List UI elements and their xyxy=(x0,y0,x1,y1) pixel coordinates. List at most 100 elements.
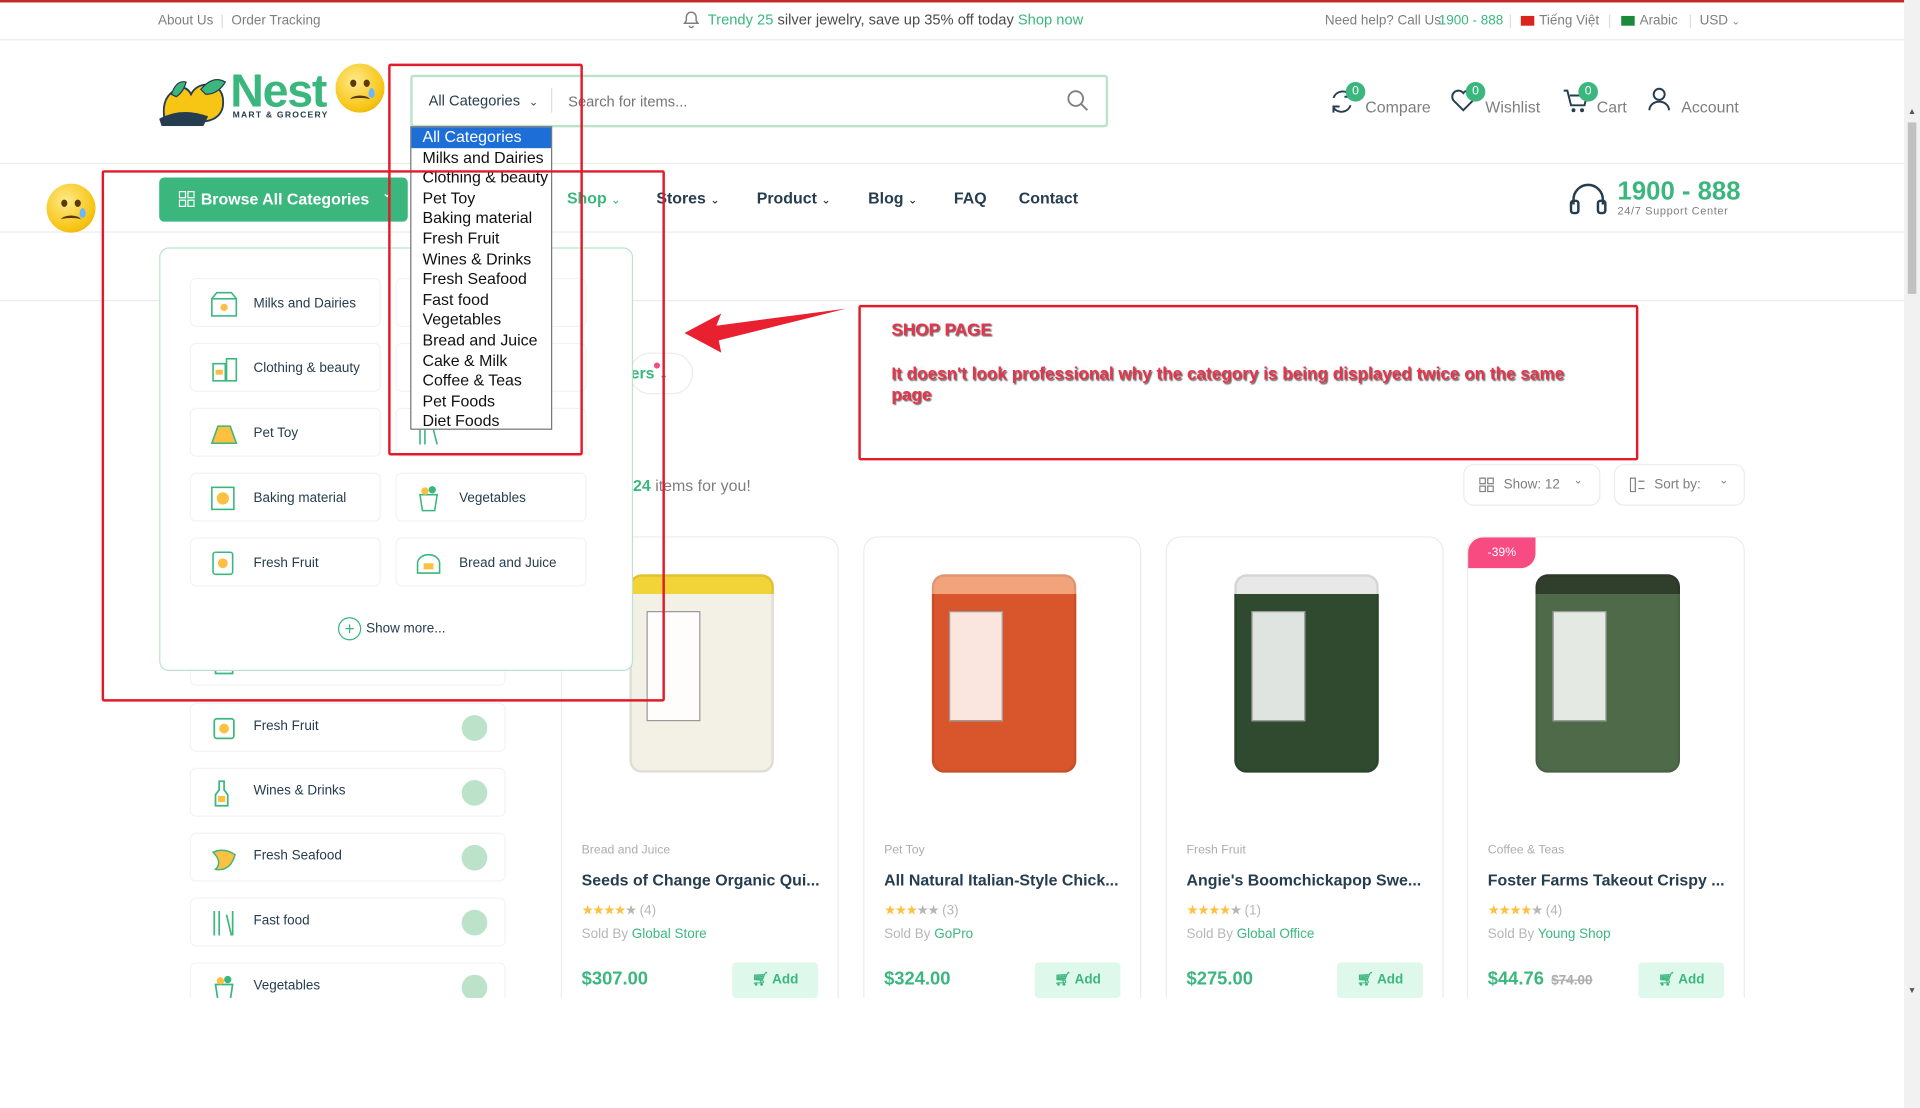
vendor-link[interactable]: Young Shop xyxy=(1538,927,1611,942)
search-input[interactable] xyxy=(568,86,1046,117)
grid-icon xyxy=(1479,477,1494,496)
product-rating: ★★★★★ (4) xyxy=(581,903,657,919)
count-badge xyxy=(461,715,488,741)
product-seller: Sold By GoPro xyxy=(884,926,974,942)
discount-badge: -39% xyxy=(1468,537,1536,569)
sad-face-emoji-icon xyxy=(335,63,385,113)
cart-count-badge: 0 xyxy=(1578,82,1598,102)
product-price: $324.00 xyxy=(884,968,951,990)
nav-blog[interactable]: Blog ⌄ xyxy=(868,189,917,207)
product-rating: ★★★★★ (3) xyxy=(884,903,959,919)
add-to-cart-button[interactable]: 🛒︎ Add xyxy=(1638,962,1725,998)
vietnam-flag-icon xyxy=(1520,16,1535,26)
scrollbar-thumb[interactable] xyxy=(1907,122,1917,294)
show-count-select[interactable]: Show: 12 ⌄ xyxy=(1463,464,1601,506)
chevron-down-icon: ⌄ xyxy=(1573,473,1583,487)
star-rating-icon: ★★★★★ xyxy=(1186,903,1242,919)
support-phone[interactable]: 1900 - 888 xyxy=(1618,178,1741,207)
sad-face-emoji-icon xyxy=(46,183,96,233)
sidebar-category-fresh-seafood[interactable]: Fresh Seafood xyxy=(189,832,506,882)
about-us-link[interactable]: About Us xyxy=(158,13,213,28)
scroll-down-icon[interactable]: ▼ xyxy=(1908,987,1916,996)
cart-icon: 🛒︎ xyxy=(751,972,769,987)
nav-faq[interactable]: FAQ xyxy=(954,189,987,207)
product-category[interactable]: Coffee & Teas xyxy=(1488,844,1564,857)
divider xyxy=(1689,14,1692,29)
search-icon[interactable] xyxy=(1067,89,1089,117)
product-image[interactable] xyxy=(931,574,1077,773)
nav-product[interactable]: Product ⌄ xyxy=(757,189,831,207)
product-price: $44.76 $74.00 xyxy=(1487,968,1593,990)
count-badge xyxy=(461,844,488,871)
support-label: 24/7 Support Center xyxy=(1617,204,1729,217)
annotation-arrow-icon xyxy=(684,308,847,353)
sort-by-select[interactable]: Sort by: ⌄ xyxy=(1613,464,1745,506)
cart-icon: 🛒︎ xyxy=(1657,972,1676,987)
wishlist-count-badge: 0 xyxy=(1465,82,1486,102)
vendor-link[interactable]: Global Office xyxy=(1237,927,1315,942)
count-badge xyxy=(461,909,488,936)
sidebar-category-fast-food[interactable]: Fast food xyxy=(189,897,506,947)
nutrition-label xyxy=(948,611,1003,722)
product-seller: Sold By Young Shop xyxy=(1487,926,1611,942)
star-rating-icon: ★★★★★ xyxy=(884,903,939,919)
product-category[interactable]: Pet Toy xyxy=(884,844,925,857)
scroll-up-icon[interactable]: ▲ xyxy=(1908,108,1916,117)
product-rating: ★★★★★ (4) xyxy=(1487,903,1563,919)
fast-food-icon xyxy=(208,907,240,939)
currency-select[interactable]: USD ⌄ xyxy=(1700,13,1740,28)
language-arabic[interactable]: Arabic xyxy=(1621,13,1678,28)
shop-now-link[interactable]: Shop now xyxy=(1018,11,1083,28)
product-name[interactable]: All Natural Italian-Style Chick... xyxy=(884,871,1129,889)
nutrition-label xyxy=(1552,611,1607,722)
product-name[interactable]: Angie's Boomchickapop Swe... xyxy=(1187,871,1432,889)
sidebar-category-fresh-fruit[interactable]: Fresh Fruit xyxy=(189,702,506,752)
product-name[interactable]: Foster Farms Takeout Crispy ... xyxy=(1488,871,1733,889)
language-vietnamese[interactable]: Tiếng Việt xyxy=(1520,13,1599,28)
logo-icon[interactable] xyxy=(159,70,230,127)
help-phone[interactable]: 1900 - 888 xyxy=(1439,13,1503,28)
order-tracking-link[interactable]: Order Tracking xyxy=(231,13,320,28)
add-to-cart-button[interactable]: 🛒︎ Add xyxy=(732,962,818,998)
product-image[interactable] xyxy=(1234,574,1379,773)
product-category[interactable]: Bread and Juice xyxy=(582,844,671,857)
vendor-link[interactable]: GoPro xyxy=(934,927,973,942)
seafood-icon xyxy=(208,842,240,874)
vendor-link[interactable]: Global Store xyxy=(632,927,707,942)
chevron-down-icon: ⌄ xyxy=(1719,473,1729,487)
product-name[interactable]: Seeds of Change Organic Qui... xyxy=(582,871,827,889)
user-icon[interactable] xyxy=(1648,87,1670,118)
add-to-cart-button[interactable]: 🛒︎ Add xyxy=(1034,962,1121,998)
nav-stores[interactable]: Stores ⌄ xyxy=(656,189,719,207)
divider xyxy=(1608,14,1611,29)
compare-link[interactable]: Compare xyxy=(1365,98,1430,116)
product-image[interactable] xyxy=(1535,574,1681,773)
arabic-flag-icon xyxy=(1621,16,1635,26)
product-card[interactable]: Fresh Fruit Angie's Boomchickapop Swe...… xyxy=(1165,536,1444,1051)
product-card[interactable]: Pet Toy All Natural Italian-Style Chick.… xyxy=(863,536,1142,1051)
promo-text: Trendy 25 silver jewelry, save up 35% of… xyxy=(707,11,1084,29)
product-card[interactable]: Coffee & Teas Foster Farms Takeout Crisp… xyxy=(1466,536,1745,1051)
add-to-cart-button[interactable]: 🛒︎ Add xyxy=(1337,962,1423,998)
cart-link[interactable]: Cart xyxy=(1597,98,1627,116)
wishlist-link[interactable]: Wishlist xyxy=(1485,98,1540,116)
divider xyxy=(221,14,223,29)
annotation-message: It doesn't look professional why the cat… xyxy=(891,363,1565,405)
fruit-icon xyxy=(208,713,240,745)
chevron-down-icon: ⌄ xyxy=(907,193,918,206)
product-rating: ★★★★★ (1) xyxy=(1186,903,1262,919)
product-price: $307.00 xyxy=(581,968,649,990)
nutrition-label xyxy=(1251,611,1306,722)
nav-contact[interactable]: Contact xyxy=(1019,189,1078,207)
wine-icon xyxy=(208,778,240,810)
product-category[interactable]: Fresh Fruit xyxy=(1187,844,1246,857)
compare-count-badge: 0 xyxy=(1345,82,1366,102)
cart-icon: 🛒︎ xyxy=(1356,972,1374,987)
star-rating-icon: ★★★★★ xyxy=(1487,903,1543,919)
account-link[interactable]: Account xyxy=(1681,98,1739,116)
count-badge xyxy=(461,780,488,806)
chevron-down-icon: ⌄ xyxy=(1731,15,1741,27)
sidebar-category-wines-drinks[interactable]: Wines & Drinks xyxy=(189,767,506,817)
help-text: Need help? Call Us: xyxy=(1324,13,1445,29)
headset-icon xyxy=(1569,182,1608,222)
